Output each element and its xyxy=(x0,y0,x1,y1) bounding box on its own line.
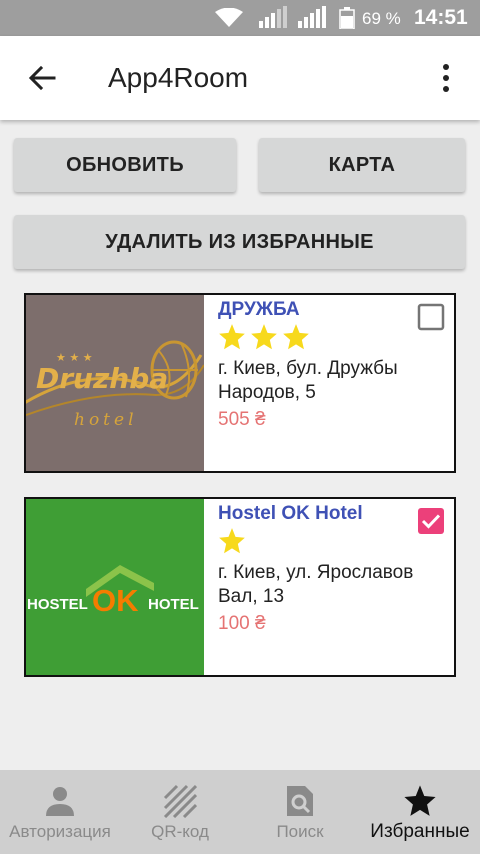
refresh-button[interactable]: ОБНОВИТЬ xyxy=(14,138,236,192)
bottom-navigation: Авторизация QR-код Поиск Избранные xyxy=(0,770,480,854)
hotel-address: г. Киев, ул. Ярославов Вал, 13 xyxy=(218,562,414,607)
signal-icon xyxy=(259,6,287,28)
star-icon xyxy=(219,528,245,554)
app-title: App4Room xyxy=(108,62,249,93)
select-checkbox[interactable] xyxy=(417,507,445,535)
person-icon xyxy=(46,787,74,816)
star-icon xyxy=(404,785,436,816)
qr-icon xyxy=(163,784,197,818)
hotel-logo: ★ ★ ★ Druzhba hotel xyxy=(26,295,204,471)
hotel-rating xyxy=(218,323,310,353)
hotel-card[interactable]: ★ ★ ★ Druzhba hotel ДРУЖБА г. Киев, бул.… xyxy=(24,293,456,473)
status-bar: 69 % 14:51 xyxy=(0,0,480,36)
select-checkbox[interactable] xyxy=(417,303,445,331)
nav-item-authorization[interactable]: Авторизация xyxy=(0,770,120,854)
nav-label: Избранные xyxy=(370,821,470,842)
overflow-menu-icon[interactable] xyxy=(436,62,456,94)
star-icon xyxy=(251,324,277,350)
status-clock: 14:51 xyxy=(414,6,468,29)
star-icon xyxy=(283,324,309,350)
nav-item-search[interactable]: Поиск xyxy=(240,770,360,854)
star-icon xyxy=(219,324,245,350)
hotel-rating xyxy=(218,527,246,557)
logo-hotel-text: HOTEL xyxy=(148,596,199,613)
logo-ok-text: OK xyxy=(92,583,139,618)
battery-icon xyxy=(339,7,355,29)
battery-percentage: 69 % xyxy=(362,9,401,28)
hotel-price: 100 ₴ xyxy=(218,613,266,634)
nav-label: QR-код xyxy=(151,822,209,841)
back-arrow-icon[interactable] xyxy=(26,62,58,94)
hotel-address: г. Киев, бул. Дружбы Народов, 5 xyxy=(218,358,398,403)
hotel-name[interactable]: ДРУЖБА xyxy=(218,299,300,321)
hotel-card[interactable]: HOSTEL OK HOTEL Hostel OK Hotel г. Киев,… xyxy=(24,497,456,677)
remove-from-favorites-button[interactable]: УДАЛИТЬ ИЗ ИЗБРАННЫЕ xyxy=(14,215,465,269)
logo-hostel-text: HOSTEL xyxy=(27,596,88,613)
nav-item-qr[interactable]: QR-код xyxy=(120,770,240,854)
nav-label: Поиск xyxy=(276,822,324,841)
map-button[interactable]: КАРТА xyxy=(259,138,465,192)
hotel-name[interactable]: Hostel OK Hotel xyxy=(218,503,363,525)
nav-item-favorites[interactable]: Избранные xyxy=(360,770,480,854)
signal-icon xyxy=(298,6,326,28)
nav-label: Авторизация xyxy=(9,822,111,841)
app-bar: App4Room xyxy=(0,36,480,120)
hotel-price: 505 ₴ xyxy=(218,409,266,430)
search-icon xyxy=(287,786,313,816)
logo-druzhba-text: Druzhba xyxy=(36,362,168,395)
logo-druzhba-subtext: hotel xyxy=(74,410,138,430)
wifi-icon xyxy=(215,8,243,27)
hotel-logo: HOSTEL OK HOTEL xyxy=(26,499,204,675)
